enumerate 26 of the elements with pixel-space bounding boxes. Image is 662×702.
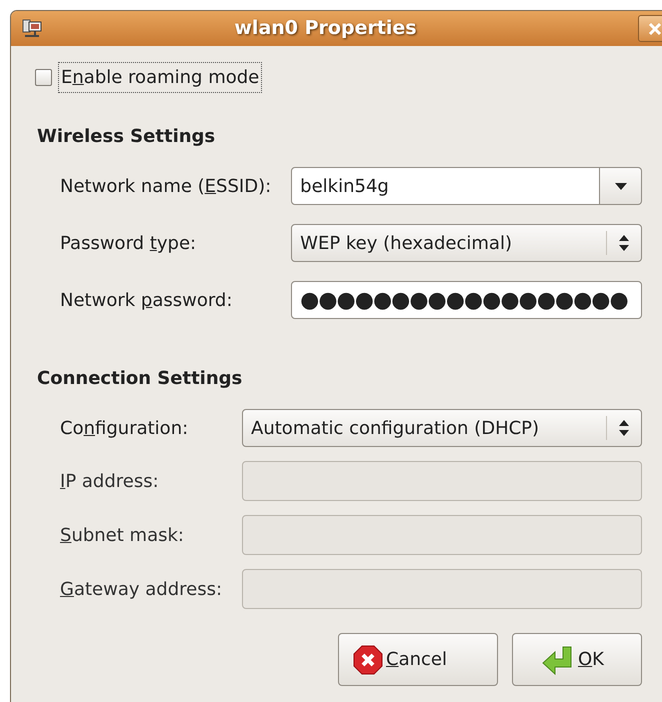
network-computer-icon — [21, 18, 43, 40]
dropdown-arrow-icon — [614, 182, 626, 190]
field-label: Password type: — [60, 232, 198, 256]
combo-entry-field[interactable]: belkin54g — [291, 167, 600, 205]
field-label: Subnet mask: — [60, 524, 185, 548]
field-label: Configuration: — [60, 416, 190, 440]
dropdown-select[interactable]: Automatic configuration (DHCP) — [242, 409, 642, 447]
field-label: IP address: — [60, 470, 160, 494]
checkbox[interactable] — [35, 69, 52, 86]
dropdown-button[interactable] — [600, 167, 642, 205]
up-down-arrows-icon — [619, 235, 629, 251]
cancel-icon — [353, 644, 383, 674]
section-heading: Wireless Settings — [37, 125, 216, 149]
ok-button[interactable]: OK — [512, 633, 642, 686]
cancel-button[interactable]: Cancel — [338, 633, 498, 686]
window-title: wlan0 Properties — [233, 16, 418, 42]
field-label: Network name (ESSID): — [60, 174, 272, 198]
close-button[interactable] — [638, 15, 662, 42]
up-down-arrows-icon — [619, 420, 629, 436]
password-field[interactable]: ●●●●●●●●●●●●●●●●●● — [291, 281, 642, 319]
field-label: Network password: — [60, 288, 234, 312]
close-icon — [648, 22, 662, 36]
dropdown-select[interactable]: WEP key (hexadecimal) — [291, 224, 642, 262]
checkbox-label[interactable]: Enable roaming mode — [58, 62, 262, 93]
field-label: Gateway address: — [60, 578, 222, 602]
section-heading: Connection Settings — [37, 367, 244, 391]
